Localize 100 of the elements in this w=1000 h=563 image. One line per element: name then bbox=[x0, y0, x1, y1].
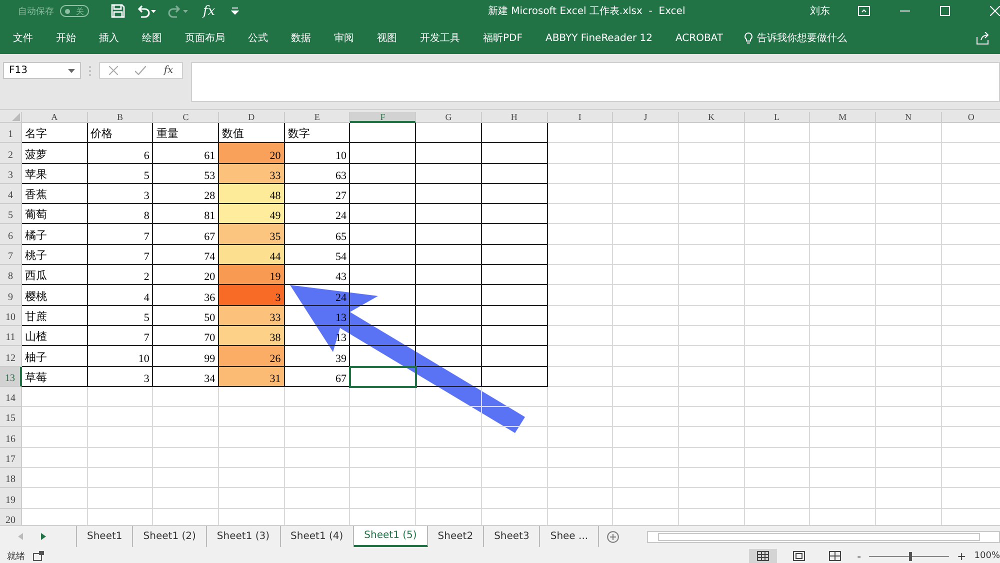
ribbon-tab[interactable]: 公式 bbox=[240, 31, 276, 45]
row-header[interactable]: 12 bbox=[0, 346, 22, 367]
ribbon-tab[interactable]: 数据 bbox=[283, 31, 319, 45]
row-header[interactable]: 9 bbox=[0, 285, 22, 306]
table-cell bbox=[678, 326, 745, 346]
column-header[interactable]: D bbox=[219, 112, 285, 123]
table-cell bbox=[153, 407, 220, 428]
row-header[interactable]: 15 bbox=[0, 407, 22, 428]
table-cell bbox=[810, 386, 876, 408]
table-cell bbox=[153, 448, 220, 468]
zoom-in-button[interactable]: + bbox=[957, 550, 966, 562]
row-header[interactable]: 10 bbox=[0, 306, 22, 326]
table-cell bbox=[88, 427, 154, 448]
column-header[interactable]: C bbox=[153, 112, 220, 123]
insert-function-button[interactable]: fx bbox=[203, 4, 216, 18]
table-cell bbox=[350, 488, 416, 509]
table-cell bbox=[613, 448, 679, 468]
table-cell bbox=[416, 407, 482, 428]
ribbon-tab[interactable]: 审阅 bbox=[326, 31, 362, 45]
column-header[interactable]: A bbox=[22, 112, 88, 123]
minimize-icon[interactable] bbox=[900, 10, 910, 12]
column-header[interactable]: B bbox=[88, 112, 154, 123]
normal-view-icon[interactable] bbox=[749, 549, 778, 563]
scroll-right-icon[interactable] bbox=[41, 533, 46, 540]
ribbon-tab[interactable]: ABBYY FineReader 12 bbox=[537, 32, 660, 44]
column-header[interactable]: O bbox=[942, 112, 1000, 123]
row-header[interactable]: 7 bbox=[0, 244, 22, 266]
row-header[interactable]: 6 bbox=[0, 224, 22, 245]
table-cell bbox=[350, 326, 416, 346]
row-header[interactable]: 4 bbox=[0, 184, 22, 204]
sheet-tab[interactable]: Sheet1 (5) bbox=[354, 526, 428, 547]
table-cell bbox=[678, 143, 745, 164]
column-header[interactable]: E bbox=[284, 112, 350, 123]
table-cell bbox=[548, 244, 614, 266]
ribbon-tab[interactable]: 开发工具 bbox=[412, 31, 468, 45]
column-header[interactable]: F bbox=[350, 112, 416, 123]
table-cell bbox=[219, 407, 285, 428]
save-icon[interactable] bbox=[111, 4, 125, 18]
row-header[interactable]: 20 bbox=[0, 508, 22, 525]
table-cell bbox=[350, 386, 416, 408]
column-header[interactable]: M bbox=[810, 112, 876, 123]
column-header[interactable]: I bbox=[548, 112, 614, 123]
ribbon-display-icon[interactable] bbox=[858, 6, 870, 16]
table-cell bbox=[678, 285, 745, 306]
horizontal-scrollbar[interactable] bbox=[647, 530, 1000, 542]
name-box[interactable]: F13 bbox=[3, 62, 81, 79]
table-cell bbox=[482, 407, 548, 428]
table-cell bbox=[810, 224, 876, 245]
undo-icon[interactable] bbox=[135, 4, 157, 18]
row-header[interactable]: 5 bbox=[0, 204, 22, 224]
zoom-level[interactable]: 100% bbox=[974, 551, 1000, 561]
column-header[interactable]: G bbox=[416, 112, 482, 123]
formula-input[interactable] bbox=[191, 62, 1000, 102]
row-header[interactable]: 8 bbox=[0, 265, 22, 286]
table-cell bbox=[482, 427, 548, 448]
ribbon-tab[interactable]: 视图 bbox=[369, 31, 405, 45]
column-header[interactable]: N bbox=[876, 112, 942, 123]
ribbon-tab[interactable]: 开始 bbox=[48, 31, 84, 45]
row-header[interactable]: 2 bbox=[0, 143, 22, 164]
column-header[interactable]: J bbox=[613, 112, 679, 123]
customize-icon[interactable] bbox=[231, 7, 240, 15]
table-cell bbox=[548, 427, 614, 448]
table-cell: 菠萝 bbox=[22, 143, 88, 164]
macro-record-icon[interactable] bbox=[33, 551, 44, 561]
row-header[interactable]: 1 bbox=[0, 123, 22, 144]
share-icon[interactable] bbox=[976, 32, 990, 44]
row-header[interactable]: 13 bbox=[0, 366, 22, 387]
row-header[interactable]: 3 bbox=[0, 164, 22, 184]
ribbon-tab[interactable]: 插入 bbox=[91, 31, 127, 45]
row-header[interactable]: 17 bbox=[0, 448, 22, 468]
table-cell: 草莓 bbox=[22, 366, 88, 387]
row-header[interactable]: 19 bbox=[0, 488, 22, 509]
ribbon-tab[interactable]: 绘图 bbox=[134, 31, 170, 45]
table-cell: 西瓜 bbox=[22, 265, 88, 286]
user-name[interactable]: 刘东 bbox=[810, 4, 830, 18]
table-cell: 63 bbox=[284, 164, 350, 184]
zoom-out-button[interactable]: - bbox=[857, 550, 862, 562]
status-text: 就绪 bbox=[7, 550, 25, 562]
table-cell bbox=[416, 488, 482, 509]
ribbon-tab[interactable]: ACROBAT bbox=[667, 32, 731, 44]
table-cell bbox=[482, 468, 548, 488]
table-cell bbox=[810, 448, 876, 468]
row-header[interactable]: 18 bbox=[0, 468, 22, 488]
insert-function-button[interactable]: fx bbox=[164, 65, 174, 76]
ribbon-tab[interactable]: 福昕PDF bbox=[475, 31, 530, 45]
column-header[interactable]: K bbox=[678, 112, 745, 123]
table-cell bbox=[810, 427, 876, 448]
row-header[interactable]: 16 bbox=[0, 427, 22, 448]
ribbon-tab[interactable]: 文件 bbox=[5, 31, 41, 45]
row-header[interactable]: 14 bbox=[0, 386, 22, 408]
row-header[interactable]: 11 bbox=[0, 326, 22, 346]
close-icon[interactable] bbox=[990, 6, 1000, 16]
tell-me-search[interactable]: 告诉我你想要做什么 bbox=[756, 31, 847, 45]
table-cell bbox=[678, 386, 745, 408]
column-header[interactable]: L bbox=[744, 112, 810, 123]
column-header[interactable]: H bbox=[482, 112, 548, 123]
add-sheet-icon[interactable] bbox=[607, 530, 620, 542]
table-cell: 24 bbox=[284, 285, 350, 306]
ribbon-tab[interactable]: 页面布局 bbox=[177, 31, 233, 45]
maximize-icon[interactable] bbox=[940, 6, 950, 16]
